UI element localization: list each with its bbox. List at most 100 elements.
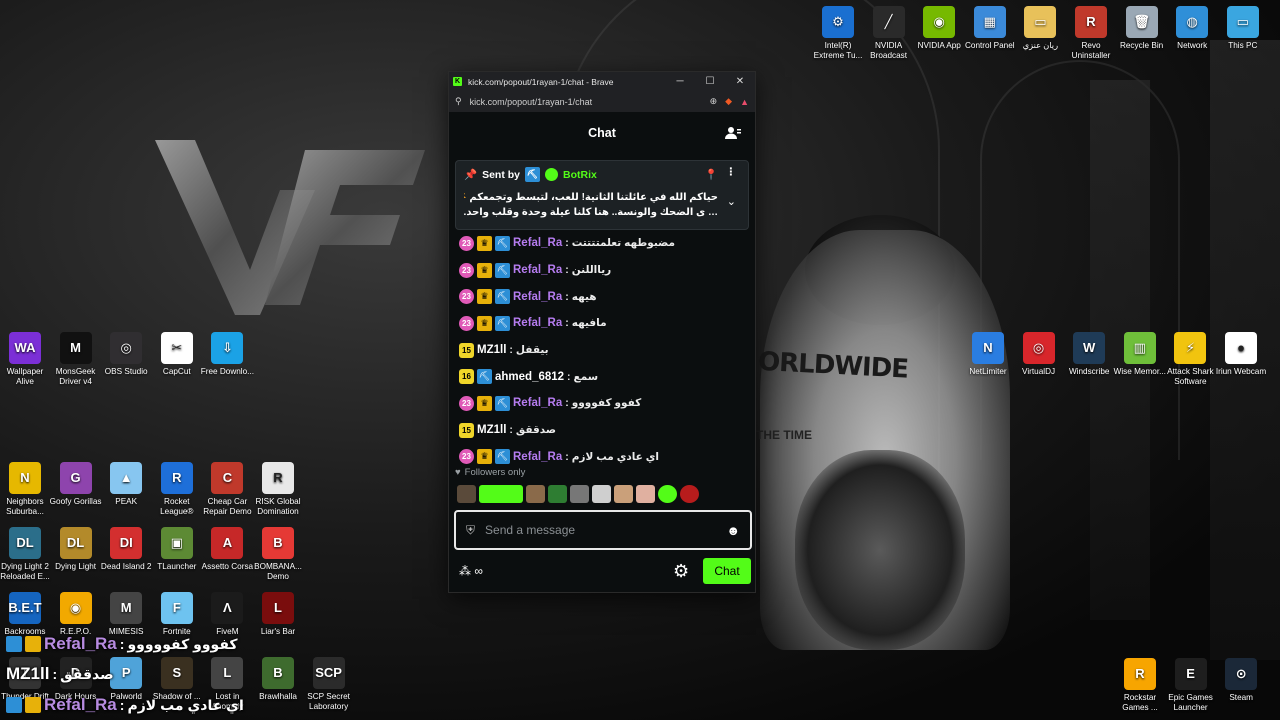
chat-message[interactable]: 16 ⛏ ahmed_6812: سمع (459, 363, 749, 390)
emote-icon[interactable] (636, 485, 655, 503)
kick-points-icon[interactable]: ⁂ ∞ (459, 564, 483, 578)
emote-icon[interactable] (526, 485, 545, 503)
desktop-icon[interactable]: E Epic Games Launcher (1163, 658, 1219, 713)
minimize-icon[interactable]: ─ (665, 72, 695, 91)
emote-icon[interactable] (457, 485, 476, 503)
app-icon: G (59, 462, 92, 494)
pinned-message[interactable]: 📌 Sent by ⛏ BotRix 📍 ⋮ حياكم الله في عائ… (455, 160, 749, 230)
pick-badge-icon (6, 636, 22, 652)
chat-message[interactable]: 15 MZ1ll: صدققق (459, 417, 749, 444)
emote-icon[interactable] (592, 485, 611, 503)
message-input[interactable] (485, 523, 717, 537)
desktop-icon[interactable]: ▲ PEAK (98, 462, 154, 507)
site-settings-icon[interactable]: ⚲ (455, 96, 462, 107)
chat-username[interactable]: MZ1ll (477, 344, 506, 356)
chat-username[interactable]: Refal_Ra (513, 237, 562, 249)
emote-icon[interactable] (658, 485, 677, 503)
desktop-icon[interactable]: ◍ Network (1164, 6, 1220, 51)
desktop-icon[interactable]: DL Dying Light 2 Reloaded E... (0, 527, 53, 582)
chat-message[interactable]: 15 MZ1ll: بيقفل (459, 337, 749, 364)
pick-badge-icon: ⛏ (495, 262, 510, 278)
emoji-picker-icon[interactable]: ☻ (726, 523, 740, 538)
close-icon[interactable]: ✕ (725, 72, 755, 91)
chat-message[interactable]: 23 ♛ ⛏ Refal_Ra: مافيهه (459, 310, 749, 337)
desktop-icon[interactable]: L Liar's Bar (250, 592, 306, 637)
desktop-icon[interactable]: ◎ VirtualDJ (1011, 332, 1067, 377)
address-bar[interactable]: ⚲ kick.com/popout/1rayan-1/chat ⊕ ◆ ▲ (449, 91, 755, 112)
crown-badge-icon: ♛ (477, 449, 492, 465)
desktop-icon[interactable]: M MIMESIS (98, 592, 154, 637)
desktop-icon[interactable]: ▦ Control Panel (962, 6, 1018, 51)
chat-message[interactable]: 23 ♛ ⛏ Refal_Ra: هيهه (459, 283, 749, 310)
maximize-icon[interactable]: ☐ (695, 72, 725, 91)
desktop-icon[interactable]: ⚡ Attack Shark Software (1162, 332, 1218, 387)
emote-icon[interactable] (479, 485, 523, 503)
chat-message[interactable]: 23 ♛ ⛏ Refal_Ra: ريااللنن (459, 257, 749, 284)
pinned-sender[interactable]: BotRix (563, 169, 597, 181)
desktop-icon[interactable]: DI Dead Island 2 (98, 527, 154, 572)
brave-rewards-icon[interactable]: ▲ (740, 97, 749, 107)
desktop-icon[interactable]: ◉ NVIDIA App (911, 6, 967, 51)
url-text[interactable]: kick.com/popout/1rayan-1/chat (470, 97, 702, 107)
desktop-icon[interactable]: ╱ NVIDIA Broadcast (861, 6, 917, 61)
users-icon[interactable] (725, 126, 741, 140)
desktop-icon[interactable]: ⚙ Intel(R) Extreme Tu... (810, 6, 866, 61)
desktop-icon[interactable]: 🗑 Recycle Bin (1114, 6, 1170, 51)
app-icon: ⇩ (211, 332, 244, 364)
desktop-icon[interactable]: C Cheap Car Repair Demo (199, 462, 255, 517)
chat-username[interactable]: Refal_Ra (513, 451, 562, 463)
emote-icon[interactable] (548, 485, 567, 503)
expand-chevron-icon[interactable]: ⌄ (727, 195, 736, 208)
chat-username[interactable]: MZ1ll (477, 424, 506, 436)
message-input-box[interactable]: ⛨ ☻ (454, 510, 752, 550)
emote-icon[interactable] (680, 485, 699, 503)
desktop-icon[interactable]: B BOMBANA... Demo (250, 527, 306, 582)
desktop-icon[interactable]: N Neighbors Suburba... (0, 462, 53, 517)
desktop-icon[interactable]: Λ FiveM (199, 592, 255, 637)
window-titlebar[interactable]: K kick.com/popout/1rayan-1/chat - Brave … (449, 72, 755, 91)
desktop-icon[interactable]: F Fortnite (149, 592, 205, 637)
desktop-icon[interactable]: M MonsGeek Driver v4 (48, 332, 104, 387)
desktop-icon[interactable]: ⇩ Free Downlo... (199, 332, 255, 377)
shield-icon[interactable]: ⛨ (466, 523, 475, 538)
desktop-icon[interactable]: ● Iriun Webcam (1213, 332, 1269, 377)
desktop-icon[interactable]: ▣ TLauncher (149, 527, 205, 572)
desktop-icon[interactable]: R Rocket League® (149, 462, 205, 517)
desktop-icon[interactable]: R RISK Global Domination (250, 462, 306, 517)
chat-username[interactable]: ahmed_6812 (495, 371, 564, 383)
desktop-icon[interactable]: W Windscribe (1061, 332, 1117, 377)
send-chat-button[interactable]: Chat (703, 558, 751, 584)
desktop-icon[interactable]: ▥ Wise Memor... (1112, 332, 1168, 377)
desktop-icon[interactable]: ▭ ريان عنزي (1012, 6, 1068, 51)
brave-shields-icon[interactable]: ◆ (725, 96, 732, 107)
emote-icon[interactable] (570, 485, 589, 503)
desktop-icon[interactable]: ◉ R.E.P.O. (48, 592, 104, 637)
desktop-icon[interactable]: N NetLimiter (960, 332, 1016, 377)
desktop-icon[interactable]: ◎ OBS Studio (98, 332, 154, 377)
gear-icon[interactable]: ⚙ (673, 562, 691, 580)
desktop-icon[interactable]: G Goofy Gorillas (48, 462, 104, 507)
desktop-icon[interactable]: A Assetto Corsa (199, 527, 255, 572)
unpin-icon[interactable]: 📍 (705, 168, 718, 181)
desktop-icon[interactable]: ⊙ Steam (1213, 658, 1269, 703)
emote-icon[interactable] (614, 485, 633, 503)
chat-username[interactable]: Refal_Ra (513, 264, 562, 276)
desktop-icon[interactable]: R Revo Uninstaller (1063, 6, 1119, 61)
chat-message[interactable]: 23 ♛ ⛏ Refal_Ra: مضبوطهه تعلمتتتتت (459, 230, 749, 257)
desktop-icon[interactable]: WA Wallpaper Alive (0, 332, 53, 387)
more-options-icon[interactable]: ⋮ (726, 166, 737, 178)
chat-username[interactable]: Refal_Ra (513, 397, 562, 409)
desktop-icon[interactable]: B Brawlhalla (250, 657, 306, 702)
desktop-icon[interactable]: DL Dying Light (48, 527, 104, 572)
chat-message[interactable]: 23 ♛ ⛏ Refal_Ra: كفوو كفوووو (459, 390, 749, 417)
desktop-icon[interactable]: ▭ This PC (1215, 6, 1271, 51)
zoom-icon[interactable]: ⊕ (710, 96, 718, 107)
desktop-icon[interactable]: ✂ CapCut (149, 332, 205, 377)
chat-username[interactable]: Refal_Ra (513, 291, 562, 303)
desktop-icon-label: Iriun Webcam (1215, 367, 1267, 376)
chat-username[interactable]: Refal_Ra (513, 317, 562, 329)
desktop-icon[interactable]: R Rockstar Games ... (1112, 658, 1168, 713)
desktop-icon[interactable]: B.E.T Backrooms (0, 592, 53, 637)
overlay-separator: : (119, 697, 125, 713)
desktop-icon[interactable]: SCP SCP Secret Laboratory (301, 657, 357, 712)
